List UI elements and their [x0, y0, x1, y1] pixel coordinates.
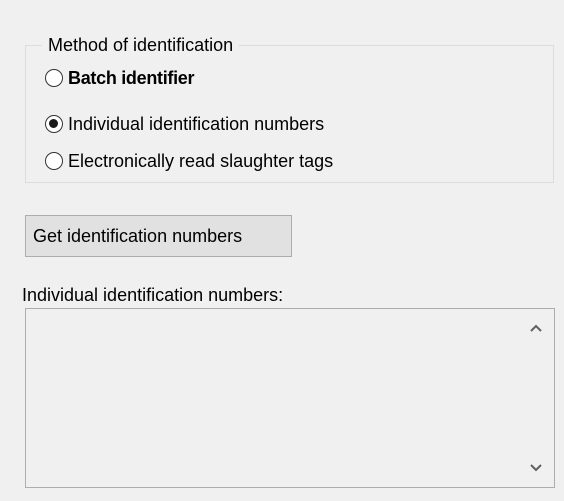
vertical-scrollbar[interactable] — [518, 310, 553, 486]
individual-identification-numbers-listbox[interactable] — [25, 308, 555, 488]
radio-label-batch-identifier: Batch identifier — [68, 68, 195, 88]
radio-button-selected-icon[interactable] — [45, 115, 63, 133]
method-of-identification-title: Method of identification — [42, 33, 240, 57]
radio-batch-identifier[interactable]: Batch identifier — [45, 64, 195, 92]
radio-individual-identification-numbers[interactable]: Individual identification numbers — [45, 110, 324, 138]
individual-identification-numbers-label: Individual identification numbers: — [22, 285, 284, 305]
radio-button-icon[interactable] — [45, 152, 63, 170]
get-identification-numbers-button[interactable]: Get identification numbers — [25, 215, 292, 257]
scroll-down-button[interactable] — [518, 450, 553, 486]
radio-button-icon[interactable] — [45, 69, 63, 87]
radio-electronically-read-slaughter-tags[interactable]: Electronically read slaughter tags — [45, 147, 333, 175]
scroll-up-button[interactable] — [518, 310, 553, 346]
chevron-down-icon — [529, 464, 542, 472]
radio-label-individual-identification-numbers: Individual identification numbers — [68, 114, 325, 134]
radio-label-electronically-read-slaughter-tags: Electronically read slaughter tags — [68, 151, 334, 171]
chevron-up-icon — [529, 324, 542, 332]
